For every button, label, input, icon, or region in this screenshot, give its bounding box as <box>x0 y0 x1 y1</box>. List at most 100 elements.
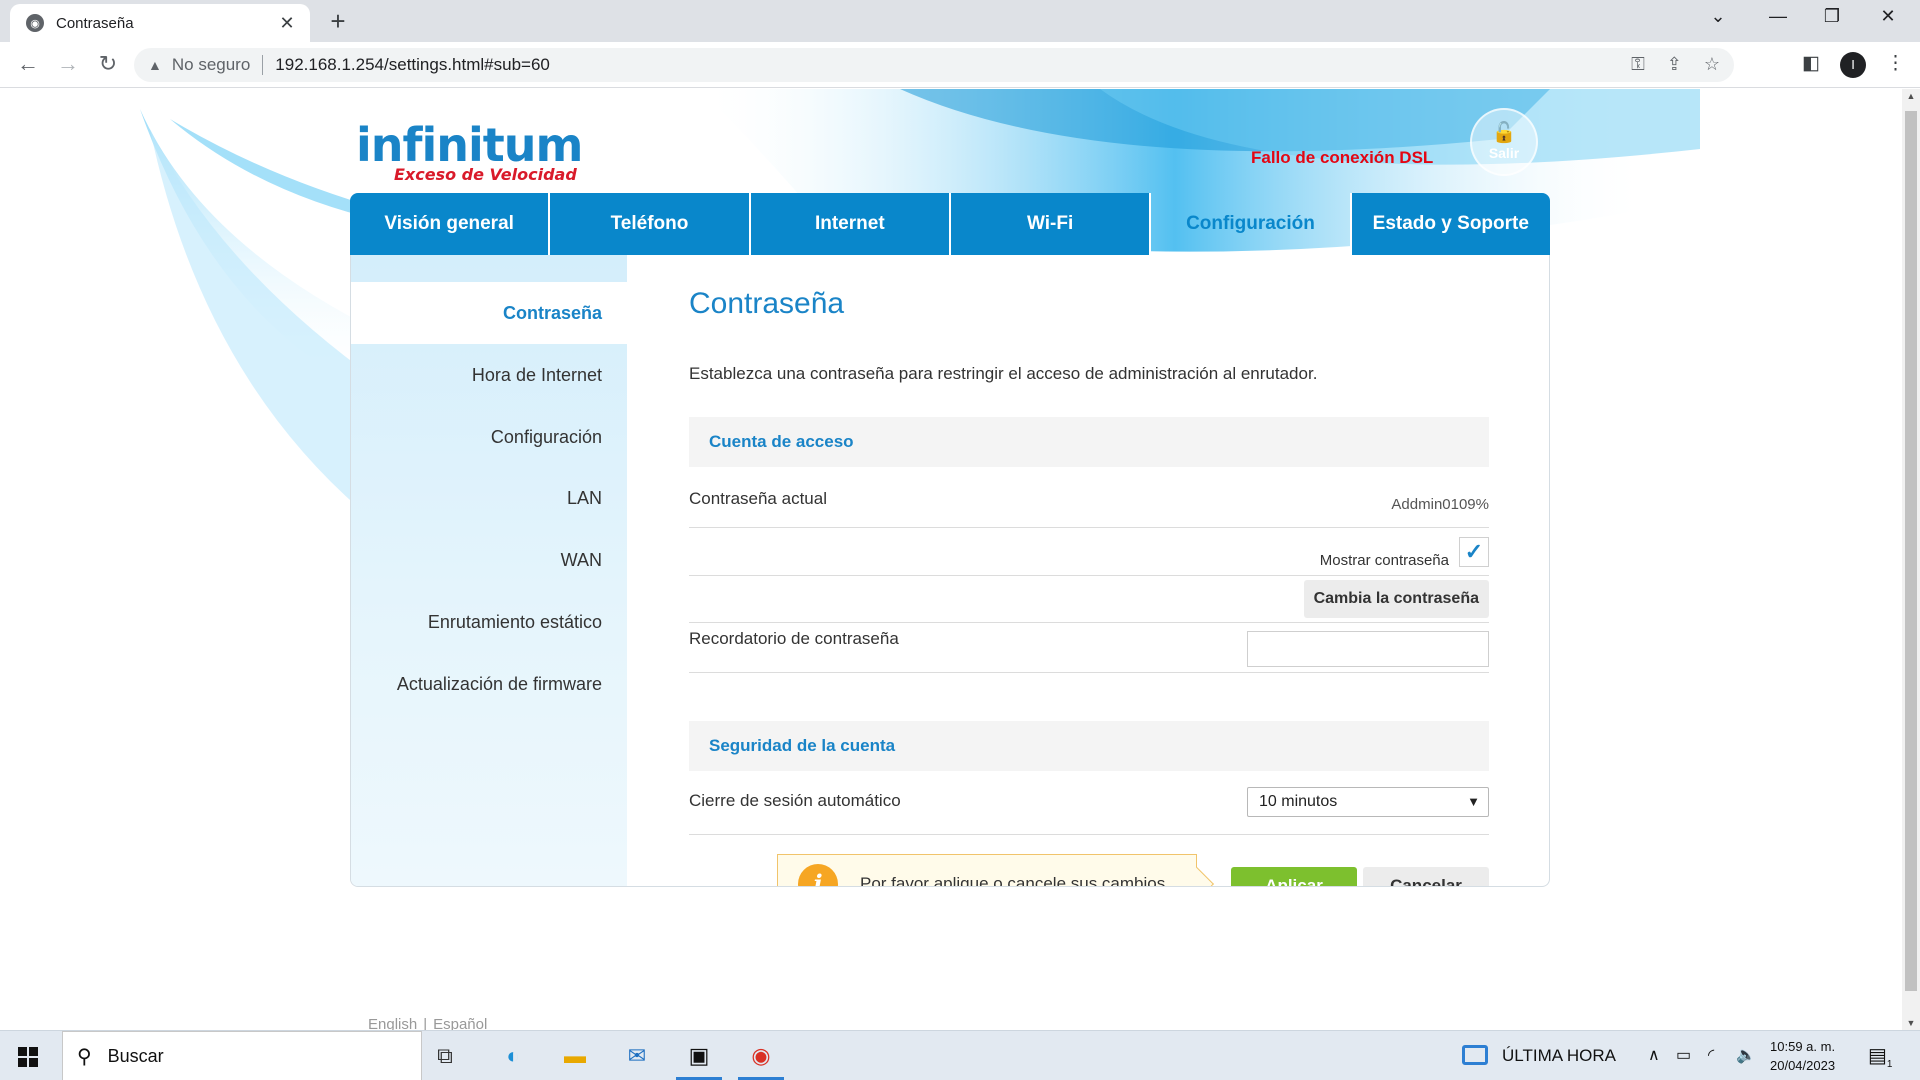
show-password-checkbox[interactable]: ✓ <box>1459 537 1489 567</box>
minimize-button[interactable]: — <box>1758 6 1798 27</box>
infinitum-logo[interactable]: infinitum Exceso de Velocidad <box>356 118 583 184</box>
settings-sidebar: Contraseña Hora de Internet Configuració… <box>351 255 627 886</box>
password-reminder-row: Recordatorio de contraseña <box>689 623 1489 673</box>
auto-logout-selected: 10 minutos <box>1259 793 1338 810</box>
apply-button[interactable]: Aplicar <box>1231 867 1357 886</box>
brand-tagline: Exceso de Velocidad <box>394 165 577 184</box>
search-placeholder: Buscar <box>107 1045 164 1066</box>
menu-kebab-icon[interactable]: ⋮ <box>1886 52 1905 75</box>
current-password-row: Contraseña actual Addmin0109% <box>689 483 1489 528</box>
terminal-icon[interactable]: ▣ <box>682 1039 716 1073</box>
taskbar-search[interactable]: ⚲ Buscar <box>62 1031 422 1080</box>
share-icon[interactable]: ⇪ <box>1667 54 1682 75</box>
restore-button[interactable]: ❐ <box>1812 6 1852 27</box>
sidebar-item-enrutamiento[interactable]: Enrutamiento estático <box>351 591 627 653</box>
sidebar-item-hora-internet[interactable]: Hora de Internet <box>351 344 627 406</box>
sidebar-item-firmware[interactable]: Actualización de firmware <box>351 653 627 715</box>
logout-label: Salir <box>1488 145 1520 161</box>
warning-icon[interactable]: ▲ <box>148 57 162 73</box>
address-bar-actions: ⚿ ⇪ ☆ <box>1631 54 1720 75</box>
taskbar-clock[interactable]: 10:59 a. m. 20/04/2023 <box>1770 1037 1835 1075</box>
browser-tab[interactable]: ◉ Contraseña ✕ <box>10 4 310 42</box>
change-password-button[interactable]: Cambia la contraseña <box>1303 580 1489 618</box>
show-password-row: Mostrar contraseña ✓ <box>689 528 1489 576</box>
volume-icon[interactable]: 🔈 <box>1736 1045 1756 1065</box>
sidebar-item-lan[interactable]: LAN <box>351 467 627 529</box>
side-panel-icon[interactable]: ◧ <box>1802 52 1820 75</box>
chevron-up-icon[interactable]: ∧ <box>1648 1045 1660 1065</box>
pending-changes-notice: i Por favor aplique o cancele sus cambio… <box>777 854 1214 887</box>
file-explorer-icon[interactable]: ▬ <box>558 1039 592 1073</box>
page-scrollbar[interactable]: ▲ ▼ <box>1902 89 1920 1030</box>
address-bar[interactable]: ▲ No seguro 192.168.1.254/settings.html#… <box>134 48 1734 82</box>
search-icon: ⚲ <box>77 1045 92 1068</box>
profile-avatar[interactable]: I <box>1840 52 1866 78</box>
clock-time: 10:59 a. m. <box>1770 1039 1836 1054</box>
notice-text: Por favor aplique o cancele sus cambios. <box>860 874 1170 887</box>
main-navigation: Visión general Teléfono Internet Wi-Fi C… <box>350 193 1550 255</box>
tab-estado-soporte[interactable]: Estado y Soporte <box>1351 193 1550 255</box>
url-text[interactable]: 192.168.1.254/settings.html#sub=60 <box>275 55 550 75</box>
page-title: Contraseña <box>689 287 845 320</box>
notice-pointer <box>1180 867 1214 886</box>
sidebar-item-configuracion[interactable]: Configuración <box>351 406 627 468</box>
mail-icon[interactable]: ✉ <box>620 1039 654 1073</box>
logout-button[interactable]: 🔓 Salir <box>1470 108 1538 176</box>
forward-icon[interactable]: → <box>54 51 82 79</box>
tab-title: Contraseña <box>56 14 134 32</box>
bookmark-star-icon[interactable]: ☆ <box>1704 54 1720 75</box>
reload-icon[interactable]: ↻ <box>94 51 122 79</box>
language-english[interactable]: English <box>362 1016 423 1030</box>
show-password-label: Mostrar contraseña <box>1319 552 1449 569</box>
news-widget-label[interactable]: ÚLTIMA HORA <box>1502 1046 1616 1066</box>
brand-name: infinitum <box>356 118 583 172</box>
notification-icon[interactable]: ▤1 <box>1868 1043 1892 1070</box>
browser-toolbar: ← → ↻ ▲ No seguro 192.168.1.254/settings… <box>0 42 1920 88</box>
windows-start-icon[interactable] <box>18 1047 38 1067</box>
section-header-security: Seguridad de la cuenta <box>689 721 1489 771</box>
sidebar-item-wan[interactable]: WAN <box>351 529 627 591</box>
current-password-label: Contraseña actual <box>689 489 827 508</box>
auto-logout-row: Cierre de sesión automático 10 minutos ▼ <box>689 787 1489 835</box>
key-icon[interactable]: ⚿ <box>1631 54 1645 75</box>
chrome-icon[interactable]: ◉ <box>744 1039 778 1073</box>
auto-logout-label: Cierre de sesión automático <box>689 791 901 810</box>
new-tab-button[interactable]: + <box>324 8 352 36</box>
password-reminder-input[interactable] <box>1247 631 1489 667</box>
tab-wifi[interactable]: Wi-Fi <box>950 193 1152 255</box>
settings-panel: Contraseña Hora de Internet Configuració… <box>350 255 1550 887</box>
language-espanol[interactable]: Español <box>427 1016 493 1030</box>
tab-telefono[interactable]: Teléfono <box>550 193 751 255</box>
sidebar-item-contrasena[interactable]: Contraseña <box>351 282 627 344</box>
section-header-access: Cuenta de acceso <box>689 417 1489 467</box>
tab-vision-general[interactable]: Visión general <box>350 193 551 255</box>
tab-search-icon[interactable]: ⌄ <box>1698 6 1738 27</box>
battery-icon[interactable]: ▭ <box>1676 1045 1691 1065</box>
cancel-button[interactable]: Cancelar <box>1363 867 1489 886</box>
scroll-down-icon[interactable]: ▼ <box>1902 1018 1920 1028</box>
scroll-thumb[interactable] <box>1905 111 1917 991</box>
notification-count: 1 <box>1886 1059 1893 1070</box>
tab-internet[interactable]: Internet <box>750 193 951 255</box>
page-viewport: infinitum Exceso de Velocidad Fallo de c… <box>0 89 1902 1030</box>
back-icon[interactable]: ← <box>14 51 42 79</box>
news-widget-icon[interactable] <box>1462 1045 1488 1065</box>
change-password-row: Cambia la contraseña <box>689 576 1489 623</box>
current-password-value: Addmin0109% <box>1391 496 1489 513</box>
chevron-down-icon: ▼ <box>1467 794 1480 809</box>
browser-tab-strip: ◉ Contraseña ✕ + ⌄ — ❐ ✕ <box>0 0 1920 42</box>
security-label[interactable]: No seguro <box>172 55 250 75</box>
password-reminder-label: Recordatorio de contraseña <box>689 629 899 648</box>
close-window-button[interactable]: ✕ <box>1868 6 1908 27</box>
info-icon: i <box>798 864 838 886</box>
wifi-icon[interactable]: ◜ <box>1708 1045 1714 1065</box>
scroll-up-icon[interactable]: ▲ <box>1902 91 1920 101</box>
divider <box>262 55 264 75</box>
tab-configuracion[interactable]: Configuración <box>1151 193 1352 255</box>
language-selector: English | Español <box>362 1016 493 1030</box>
task-view-icon[interactable]: ⧉ <box>428 1039 462 1073</box>
connection-status: Fallo de conexión DSL <box>1251 148 1434 167</box>
auto-logout-select[interactable]: 10 minutos ▼ <box>1247 787 1489 817</box>
edge-browser-icon[interactable]: ◐ <box>496 1039 530 1073</box>
close-tab-icon[interactable]: ✕ <box>276 13 298 34</box>
